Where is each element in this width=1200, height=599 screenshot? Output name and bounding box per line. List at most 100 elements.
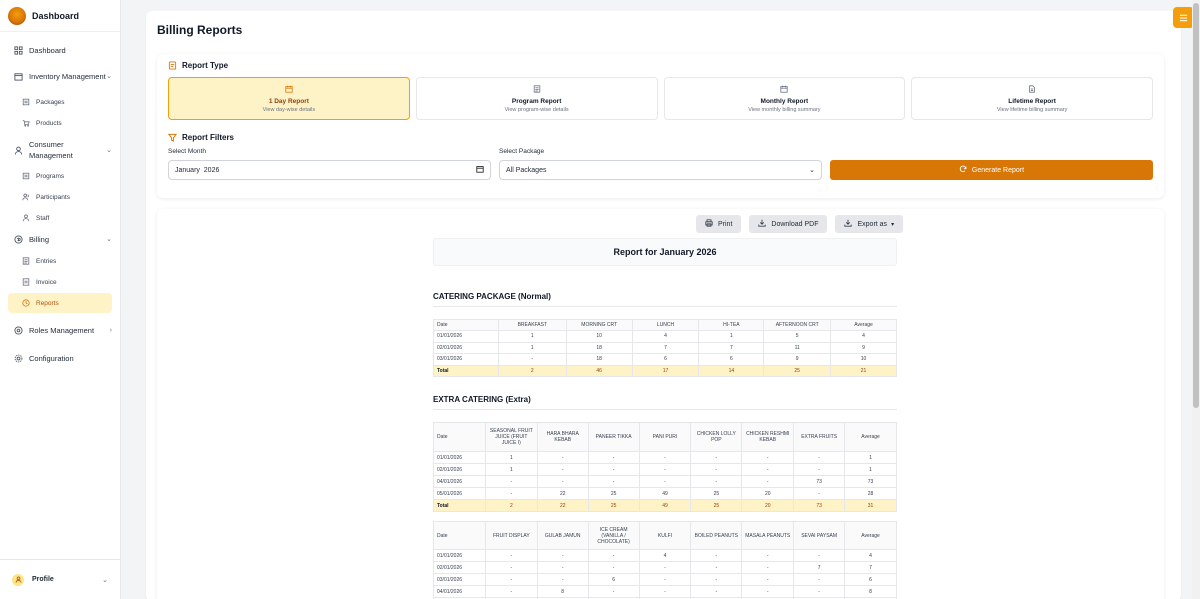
package-value: All Packages bbox=[506, 166, 547, 174]
table-cell: 22 bbox=[536, 487, 589, 500]
table-cell: 01/01/2026 bbox=[433, 451, 486, 464]
table-cell: 6 bbox=[631, 353, 700, 366]
table-cell: - bbox=[587, 585, 640, 598]
scrollbar-thumb[interactable] bbox=[1193, 3, 1199, 408]
chevron-down-icon: ⌄ bbox=[809, 167, 815, 174]
table-cell: 21 bbox=[830, 364, 897, 377]
table-cell: - bbox=[793, 463, 846, 476]
sidebar-item-staff[interactable]: Staff bbox=[0, 208, 112, 228]
page-title: Billing Reports bbox=[157, 23, 243, 37]
sidebar-item-roles-management[interactable]: Roles Management › bbox=[0, 316, 120, 344]
table-cell: - bbox=[690, 585, 743, 598]
report-type-desc: View program-wise details bbox=[504, 106, 569, 113]
table-cell: - bbox=[638, 561, 692, 574]
avatar bbox=[12, 573, 24, 586]
report-type-monthly[interactable]: Monthly Report View monthly billing summ… bbox=[663, 77, 906, 120]
sidebar-item-entries[interactable]: Entries bbox=[0, 251, 112, 271]
brand-title: Dashboard bbox=[32, 10, 80, 21]
shield-icon bbox=[14, 325, 23, 335]
printer-icon bbox=[705, 219, 713, 229]
sidebar-item-label: Staff bbox=[36, 214, 50, 222]
sidebar-item-billing[interactable]: Billing ⌄ bbox=[0, 229, 120, 249]
sidebar-item-products[interactable]: Products bbox=[0, 113, 112, 133]
users-icon bbox=[22, 193, 30, 201]
table-cell: 18 bbox=[565, 341, 633, 354]
page-container: Billing Reports Report Type 1 Day Report… bbox=[146, 7, 1194, 599]
filter-icon bbox=[168, 133, 177, 142]
page-scrollbar[interactable] bbox=[1192, 0, 1200, 599]
report-type-1-day[interactable]: 1 Day Report View day-wise details bbox=[168, 77, 410, 120]
table-cell: 10 bbox=[830, 353, 897, 366]
generate-report-button[interactable]: Generate Report bbox=[830, 160, 1153, 180]
table-cell: - bbox=[484, 585, 538, 598]
sidebar-item-configuration[interactable]: Configuration bbox=[0, 348, 120, 368]
sidebar-item-inventory-management[interactable]: Inventory Management ⌄ bbox=[0, 62, 120, 90]
table-cell: 02/01/2026 bbox=[433, 561, 486, 574]
sidebar-item-label: Products bbox=[36, 119, 62, 127]
table-cell: 7 bbox=[793, 561, 846, 574]
table-cell: - bbox=[793, 487, 846, 500]
export-as-label: Export as bbox=[857, 220, 888, 228]
report-type-lifetime[interactable]: Lifetime Report View lifetime billing su… bbox=[911, 77, 1153, 120]
column-header: KULFI bbox=[638, 521, 692, 550]
table-cell: 02/01/2026 bbox=[433, 341, 499, 354]
profile-label: Profile bbox=[32, 576, 54, 583]
table-cell: 1 bbox=[484, 463, 538, 476]
sidebar-item-label: Reports bbox=[36, 299, 59, 307]
sidebar-item-participants[interactable]: Participants bbox=[0, 187, 112, 207]
month-input[interactable]: January 2026 bbox=[168, 160, 491, 180]
table-cell: - bbox=[690, 549, 743, 562]
sidebar-item-invoice[interactable]: Invoice bbox=[0, 272, 112, 292]
sidebar-item-label: Configuration bbox=[29, 353, 74, 363]
table-cell: Total bbox=[433, 499, 486, 512]
table-cell: 25 bbox=[587, 487, 640, 500]
package-select[interactable]: All Packages ⌄ bbox=[499, 160, 822, 180]
profile-menu[interactable]: Profile ⌄ bbox=[0, 559, 120, 599]
sidebar-item-consumer-management[interactable]: Consumer Management ⌄ bbox=[0, 136, 120, 164]
chevron-down-icon: ⌄ bbox=[102, 576, 108, 584]
table-cell: - bbox=[690, 451, 743, 464]
table-cell: - bbox=[497, 353, 567, 366]
report-type-program[interactable]: Program Report View program-wise details bbox=[415, 77, 658, 120]
report-type-title: Program Report bbox=[511, 97, 562, 105]
generate-report-label: Generate Report bbox=[971, 166, 1025, 174]
column-header: BOILED PEANUTS bbox=[690, 521, 743, 550]
menu-button[interactable] bbox=[1173, 7, 1194, 28]
report-card: Print Download PDF Export as ▾ Report fo… bbox=[157, 209, 1164, 599]
brand[interactable]: Dashboard bbox=[0, 0, 120, 32]
table-cell: 1 bbox=[698, 330, 765, 343]
column-header: EXTRA FRUITS bbox=[793, 422, 846, 452]
table-cell: - bbox=[484, 549, 538, 562]
column-header: GULAB JAMUN bbox=[536, 521, 589, 550]
table-cell: 6 bbox=[698, 353, 765, 366]
table-cell: - bbox=[484, 475, 538, 488]
table-cell: 22 bbox=[536, 499, 589, 512]
table-cell: 14 bbox=[698, 364, 765, 377]
table-cell: 01/01/2026 bbox=[433, 330, 499, 343]
column-header: FRUIT DISPLAY bbox=[484, 521, 538, 550]
table-cell: - bbox=[793, 585, 846, 598]
report-type-heading: Report Type bbox=[168, 61, 1153, 70]
column-header: HI-TEA bbox=[698, 319, 765, 331]
table-cell: 1 bbox=[497, 341, 567, 354]
table-cell: - bbox=[587, 475, 640, 488]
chevron-down-icon: ⌄ bbox=[106, 236, 112, 243]
table-cell: 02/01/2026 bbox=[433, 463, 486, 476]
chevron-down-icon: ▾ bbox=[891, 221, 895, 228]
package-icon bbox=[22, 98, 30, 106]
table-cell: 04/01/2026 bbox=[433, 475, 486, 488]
table-cell: - bbox=[741, 585, 795, 598]
table-cell: 17 bbox=[631, 364, 700, 377]
print-button[interactable]: Print bbox=[696, 215, 742, 233]
column-header: PANEER TIKKA bbox=[587, 422, 640, 452]
sidebar-item-reports[interactable]: Reports bbox=[8, 293, 112, 313]
sidebar-item-dashboard[interactable]: Dashboard bbox=[0, 40, 120, 60]
table-cell: - bbox=[638, 573, 692, 586]
gear-icon bbox=[14, 354, 23, 363]
sidebar-item-programs[interactable]: Programs bbox=[0, 166, 112, 186]
table-cell: 7 bbox=[698, 341, 765, 354]
sidebar-item-packages[interactable]: Packages bbox=[0, 92, 112, 112]
export-as-button[interactable]: Export as ▾ bbox=[835, 215, 904, 233]
download-pdf-button[interactable]: Download PDF bbox=[749, 215, 828, 233]
table-cell: - bbox=[484, 573, 538, 586]
